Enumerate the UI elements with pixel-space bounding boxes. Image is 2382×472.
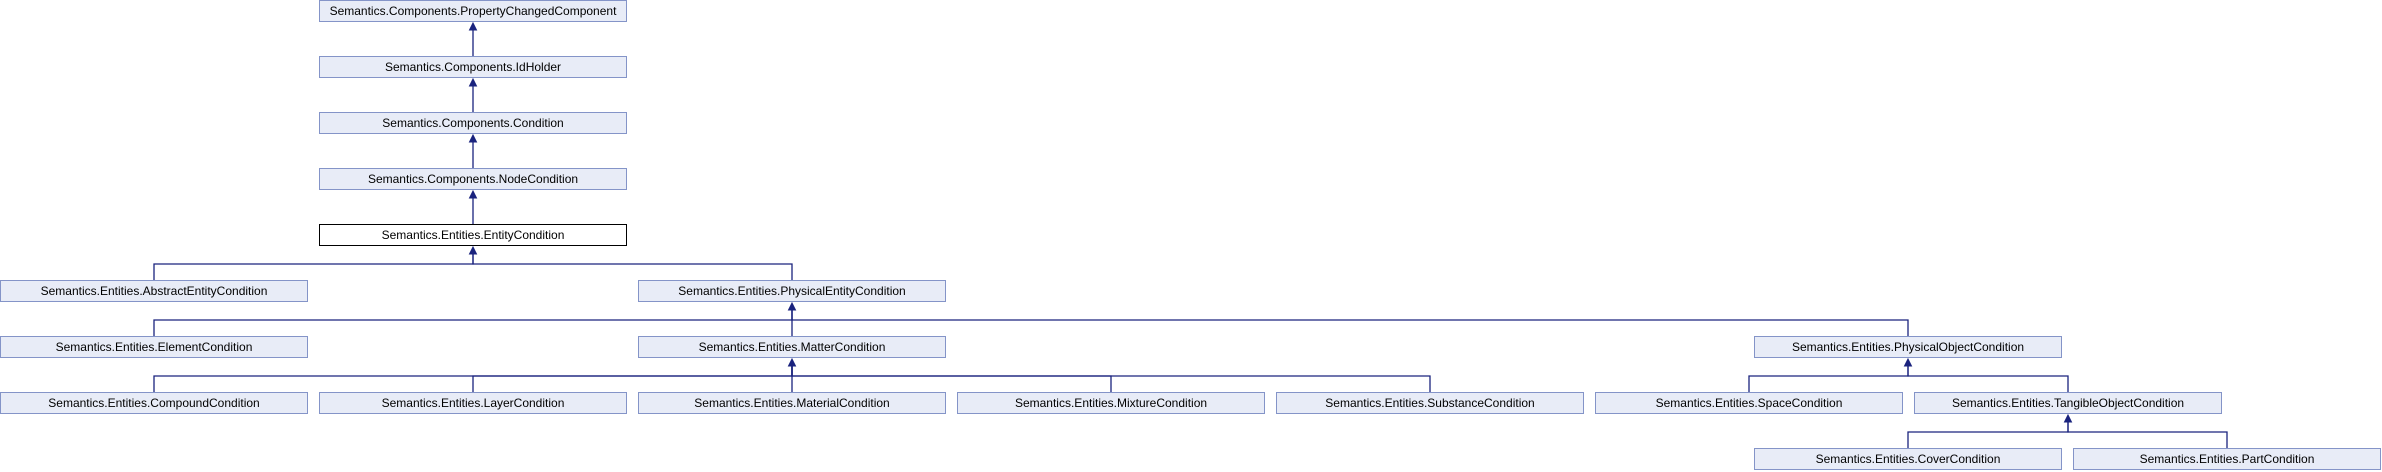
class-node-layer-condition[interactable]: Semantics.Entities.LayerCondition: [319, 392, 627, 414]
edge-layer-condition-to-matter-condition: [472, 365, 793, 392]
edge-cover-condition-to-tangible-object-condition: [1907, 421, 2069, 448]
edge-part-condition-to-tangible-object-condition: [2067, 421, 2228, 448]
class-node-space-condition[interactable]: Semantics.Entities.SpaceCondition: [1595, 392, 1903, 414]
arrowhead-physical-object-condition: [1903, 357, 1913, 367]
class-node-part-condition[interactable]: Semantics.Entities.PartCondition: [2073, 448, 2381, 470]
arrowhead-physical-entity-condition: [787, 301, 797, 311]
arrowhead-matter-condition: [787, 357, 797, 367]
class-node-physical-entity-condition[interactable]: Semantics.Entities.PhysicalEntityConditi…: [638, 280, 946, 302]
class-node-material-condition[interactable]: Semantics.Entities.MaterialCondition: [638, 392, 946, 414]
class-node-abstract-entity-condition[interactable]: Semantics.Entities.AbstractEntityConditi…: [0, 280, 308, 302]
edge-tangible-object-condition-to-physical-object-condition: [1907, 365, 2069, 392]
arrowhead-node-condition: [468, 189, 478, 199]
arrowhead-id-holder: [468, 77, 478, 87]
edge-space-condition-to-physical-object-condition: [1748, 365, 1909, 392]
class-node-entity-condition: Semantics.Entities.EntityCondition: [319, 224, 627, 246]
arrowhead-tangible-object-condition: [2063, 413, 2073, 423]
edge-mixture-condition-to-matter-condition: [791, 365, 1112, 392]
class-node-matter-condition[interactable]: Semantics.Entities.MatterCondition: [638, 336, 946, 358]
arrowhead-entity-condition: [468, 245, 478, 255]
edge-physical-entity-condition-to-entity-condition: [472, 253, 793, 280]
arrowhead-condition: [468, 133, 478, 143]
class-node-tangible-object-condition[interactable]: Semantics.Entities.TangibleObjectConditi…: [1914, 392, 2222, 414]
class-node-condition[interactable]: Semantics.Components.Condition: [319, 112, 627, 134]
edge-abstract-entity-condition-to-entity-condition: [153, 253, 474, 280]
class-node-cover-condition[interactable]: Semantics.Entities.CoverCondition: [1754, 448, 2062, 470]
edge-element-condition-to-physical-entity-condition: [153, 309, 793, 336]
class-node-compound-condition[interactable]: Semantics.Entities.CompoundCondition: [0, 392, 308, 414]
class-node-mixture-condition[interactable]: Semantics.Entities.MixtureCondition: [957, 392, 1265, 414]
class-node-element-condition[interactable]: Semantics.Entities.ElementCondition: [0, 336, 308, 358]
class-node-physical-object-condition[interactable]: Semantics.Entities.PhysicalObjectConditi…: [1754, 336, 2062, 358]
arrowhead-property-changed-component: [468, 21, 478, 31]
class-node-substance-condition[interactable]: Semantics.Entities.SubstanceCondition: [1276, 392, 1584, 414]
class-node-node-condition[interactable]: Semantics.Components.NodeCondition: [319, 168, 627, 190]
class-node-property-changed-component[interactable]: Semantics.Components.PropertyChangedComp…: [319, 0, 627, 22]
inheritance-diagram: Semantics.Components.PropertyChangedComp…: [0, 0, 2382, 472]
edge-physical-object-condition-to-physical-entity-condition: [791, 309, 1909, 336]
class-node-id-holder[interactable]: Semantics.Components.IdHolder: [319, 56, 627, 78]
